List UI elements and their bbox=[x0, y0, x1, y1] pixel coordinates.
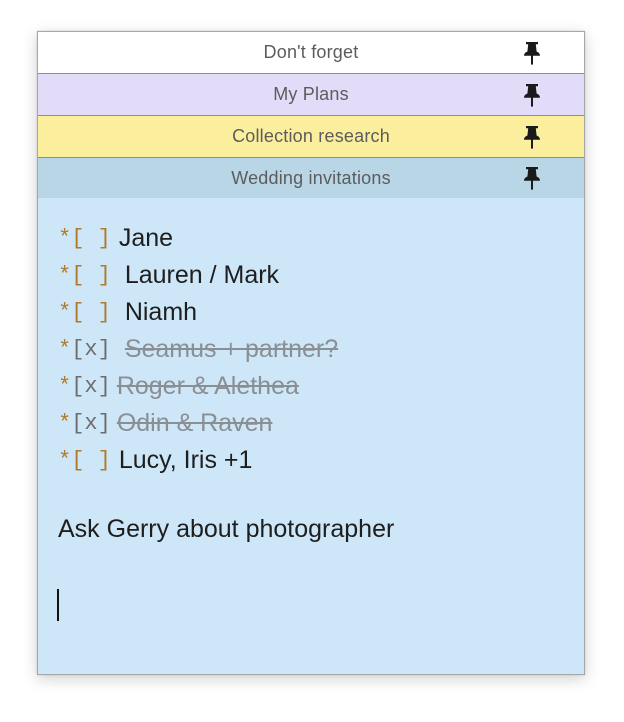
notes-window: Don't forget My Plans Collection researc… bbox=[37, 31, 585, 675]
bullet-star: * bbox=[58, 337, 72, 362]
checkbox-checked[interactable]: [x] bbox=[71, 411, 111, 436]
todo-item[interactable]: *[ ] Lauren / Mark bbox=[58, 257, 564, 294]
bullet-star: * bbox=[58, 263, 72, 288]
todo-item-done[interactable]: * [x] Seamus + partner? bbox=[58, 331, 564, 368]
pushpin-icon[interactable] bbox=[520, 40, 544, 66]
bullet-star: * bbox=[58, 374, 72, 399]
tab-title: Wedding invitations bbox=[231, 167, 391, 188]
todo-item[interactable]: *[ ] Niamh bbox=[58, 294, 564, 331]
todo-text: Lucy, Iris +1 bbox=[118, 446, 253, 474]
todo-text: Roger & Alethea bbox=[116, 372, 299, 400]
todo-item[interactable]: *[ ] Lucy, Iris +1 bbox=[58, 442, 564, 479]
checkbox[interactable]: [ ] bbox=[71, 226, 111, 251]
text-cursor bbox=[57, 589, 59, 621]
tab-my-plans[interactable]: My Plans bbox=[38, 74, 584, 116]
checkbox[interactable]: [ ] bbox=[71, 448, 111, 473]
checkbox-checked[interactable]: [x] bbox=[71, 374, 111, 399]
checkbox[interactable]: [ ] bbox=[71, 263, 111, 288]
note-text-line: Ask Gerry about photographer bbox=[58, 515, 395, 543]
todo-item-done[interactable]: * [x] Roger & Alethea bbox=[58, 368, 564, 405]
todo-text: Seamus + partner? bbox=[124, 335, 339, 363]
pushpin-icon[interactable] bbox=[520, 165, 544, 191]
checkbox-checked[interactable]: [x] bbox=[71, 337, 111, 362]
todo-text: Jane bbox=[118, 224, 174, 252]
tab-collection-research[interactable]: Collection research bbox=[38, 116, 584, 158]
pushpin-icon[interactable] bbox=[520, 82, 544, 108]
bullet-star: * bbox=[58, 300, 72, 325]
bullet-star: * bbox=[58, 411, 72, 436]
checkbox[interactable]: [ ] bbox=[71, 300, 111, 325]
tab-wedding-invitations[interactable]: Wedding invitations bbox=[38, 158, 584, 198]
todo-text: Odin & Raven bbox=[116, 409, 273, 437]
todo-item[interactable]: *[ ] Jane bbox=[58, 220, 564, 257]
tab-title: Don't forget bbox=[263, 42, 359, 62]
tab-title: My Plans bbox=[273, 84, 349, 104]
tab-title: Collection research bbox=[232, 126, 390, 146]
tab-dont-forget[interactable]: Don't forget bbox=[38, 32, 584, 74]
todo-text: Niamh bbox=[124, 298, 198, 326]
bullet-star: * bbox=[58, 448, 72, 473]
pushpin-icon[interactable] bbox=[520, 124, 544, 150]
bullet-star: * bbox=[58, 226, 72, 251]
note-editor[interactable]: *[ ] Jane *[ ] Lauren / Mark *[ ] Niamh * [x… bbox=[38, 198, 584, 672]
todo-item-done[interactable]: * [x] Odin & Raven bbox=[58, 405, 564, 442]
todo-text: Lauren / Mark bbox=[124, 261, 280, 289]
